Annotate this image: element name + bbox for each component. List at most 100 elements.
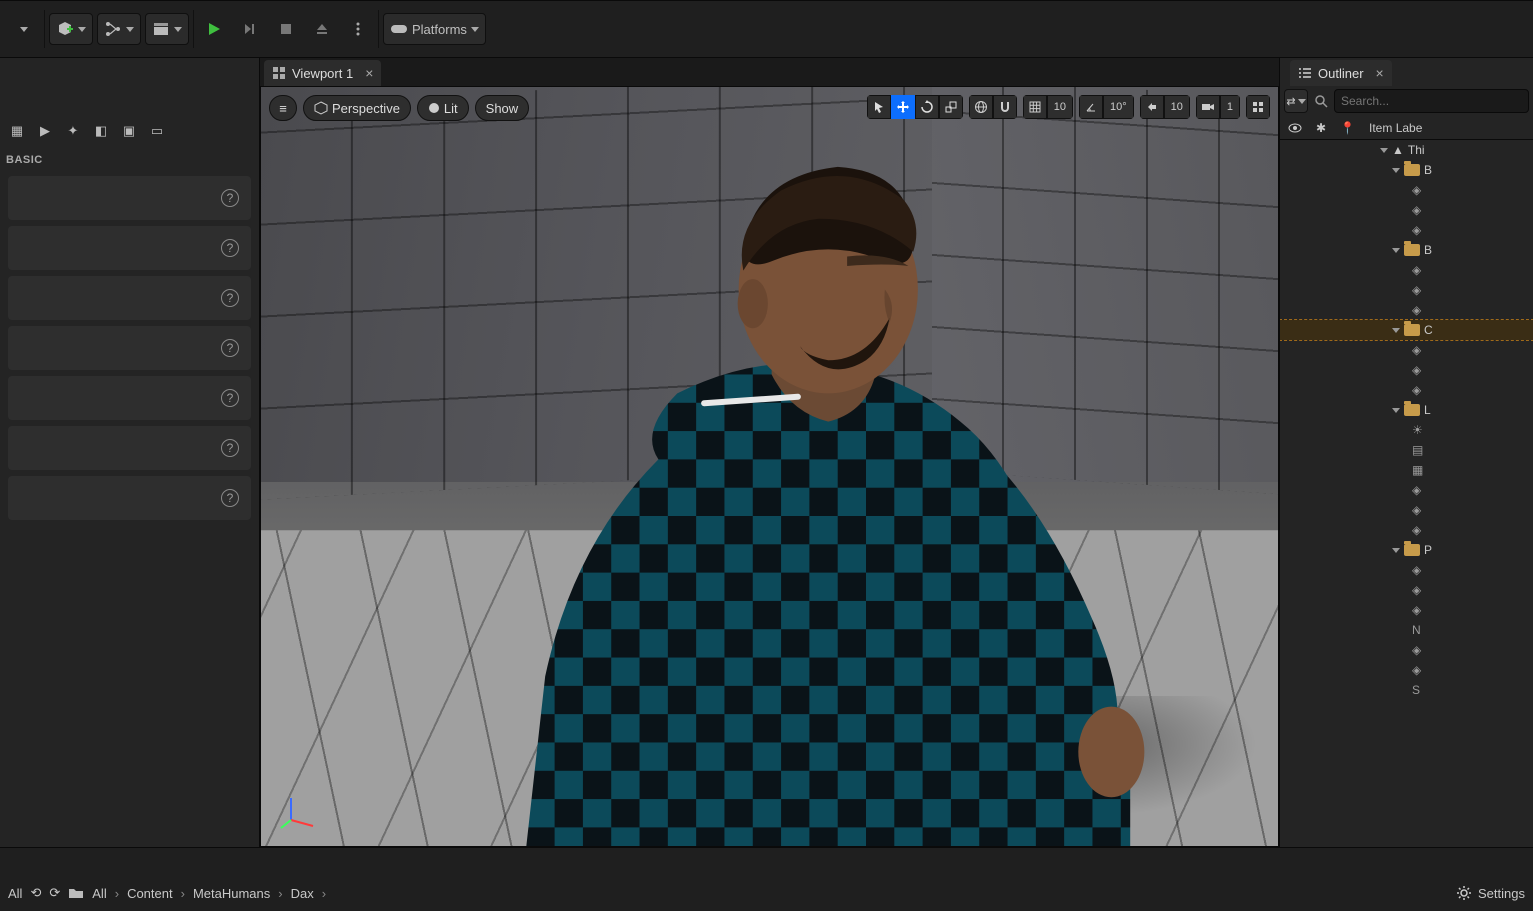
angle-snap-toggle[interactable] [1079, 95, 1103, 119]
nav-icon: N [1412, 623, 1426, 637]
cube-icon: ◈ [1412, 563, 1426, 577]
viewport-3d[interactable]: ≡ Perspective Lit Show [260, 86, 1279, 847]
help-icon[interactable]: ? [221, 239, 239, 257]
panel-icon-1[interactable]: ▦ [6, 120, 28, 142]
play-options-button[interactable] [342, 13, 374, 45]
tree-actor[interactable]: ◈ [1280, 380, 1533, 400]
viewport-tab[interactable]: Viewport 1 × [264, 60, 381, 86]
tree-actor[interactable]: ◈ [1280, 580, 1533, 600]
cinematics-dropdown[interactable] [145, 13, 189, 45]
outliner-search-input[interactable] [1334, 89, 1529, 113]
outliner-tab[interactable]: Outliner × [1290, 60, 1392, 86]
crumb[interactable]: Content [127, 886, 173, 901]
tree-actor[interactable]: ☀ [1280, 420, 1533, 440]
tree-actor[interactable]: ◈ [1280, 360, 1533, 380]
stop-button[interactable] [270, 13, 302, 45]
add-content-button[interactable] [49, 13, 93, 45]
folder-icon[interactable] [68, 887, 84, 899]
platforms-dropdown[interactable]: Platforms [383, 13, 486, 45]
crumb[interactable]: All [92, 886, 106, 901]
help-icon[interactable]: ? [221, 489, 239, 507]
panel-icon-6[interactable]: ▭ [146, 120, 168, 142]
filter-all-label[interactable]: All [8, 886, 22, 901]
panel-icon-3[interactable]: ✦ [62, 120, 84, 142]
close-icon[interactable]: × [1376, 65, 1384, 81]
tree-root[interactable]: ▲ Thi [1280, 140, 1533, 160]
surface-snap-toggle[interactable] [993, 95, 1017, 119]
lit-dropdown[interactable]: Lit [417, 95, 469, 121]
outliner-column-header[interactable]: ✱ 📍 Item Labe [1280, 116, 1533, 140]
world-icon: ▲ [1392, 143, 1404, 157]
help-icon[interactable]: ? [221, 389, 239, 407]
tree-actor[interactable]: ◈ [1280, 520, 1533, 540]
play-button[interactable] [198, 13, 230, 45]
tree-actor[interactable]: ◈ [1280, 280, 1533, 300]
tree-actor[interactable]: ◈ [1280, 220, 1533, 240]
outliner-filter-button[interactable]: ⇄ [1284, 89, 1308, 113]
tree-actor[interactable]: S [1280, 680, 1533, 700]
nav-forward-button[interactable]: ⟳ [49, 885, 60, 901]
tree-actor[interactable]: ◈ [1280, 200, 1533, 220]
panel-icon-4[interactable]: ◧ [90, 120, 112, 142]
tree-actor[interactable]: ◈ [1280, 300, 1533, 320]
tree-actor[interactable]: ◈ [1280, 480, 1533, 500]
tree-folder[interactable]: B [1280, 160, 1533, 180]
placeable-item[interactable]: ? [8, 176, 251, 220]
close-icon[interactable]: × [365, 65, 373, 81]
tree-actor[interactable]: ◈ [1280, 560, 1533, 580]
placeable-item[interactable]: ? [8, 226, 251, 270]
skip-button[interactable] [234, 13, 266, 45]
placeable-item[interactable]: ? [8, 476, 251, 520]
help-icon[interactable]: ? [221, 289, 239, 307]
tree-actor[interactable]: ◈ [1280, 260, 1533, 280]
mode-dropdown[interactable] [8, 13, 40, 45]
help-icon[interactable]: ? [221, 439, 239, 457]
tree-folder[interactable]: C [1280, 320, 1533, 340]
placeable-item[interactable]: ? [8, 426, 251, 470]
tree-actor[interactable]: ◈ [1280, 640, 1533, 660]
rotate-tool[interactable] [915, 95, 939, 119]
blueprint-dropdown[interactable] [97, 13, 141, 45]
tree-folder[interactable]: B [1280, 240, 1533, 260]
crumb[interactable]: Dax [291, 886, 314, 901]
tree-actor[interactable]: ◈ [1280, 340, 1533, 360]
placeable-item[interactable]: ? [8, 326, 251, 370]
expand-icon [1146, 101, 1158, 113]
help-icon[interactable]: ? [221, 339, 239, 357]
viewport-options-button[interactable]: ≡ [269, 95, 297, 121]
tree-folder[interactable]: L [1280, 400, 1533, 420]
crumb[interactable]: MetaHumans [193, 886, 270, 901]
scale-tool[interactable] [939, 95, 963, 119]
cube-icon [314, 101, 328, 115]
select-tool[interactable] [867, 95, 891, 119]
viewport-layout-button[interactable] [1246, 95, 1270, 119]
tree-actor[interactable]: ◈ [1280, 600, 1533, 620]
tree-actor[interactable]: ▦ [1280, 460, 1533, 480]
outliner-tree[interactable]: ▲ Thi B ◈ ◈ ◈ B ◈ ◈ ◈ C ◈ ◈ ◈ L ☀ ▤ ▦ ◈ … [1280, 140, 1533, 847]
show-dropdown[interactable]: Show [475, 95, 530, 121]
help-icon[interactable]: ? [221, 189, 239, 207]
placeable-item[interactable]: ? [8, 376, 251, 420]
scale-snap-value[interactable]: 10 [1164, 95, 1190, 119]
placeable-item[interactable]: ? [8, 276, 251, 320]
tree-actor[interactable]: ◈ [1280, 180, 1533, 200]
perspective-dropdown[interactable]: Perspective [303, 95, 411, 121]
tree-actor[interactable]: ◈ [1280, 660, 1533, 680]
nav-back-button[interactable]: ⟲ [30, 885, 41, 901]
translate-tool[interactable] [891, 95, 915, 119]
scale-snap-toggle[interactable] [1140, 95, 1164, 119]
tree-actor[interactable]: ▤ [1280, 440, 1533, 460]
tree-actor[interactable]: N [1280, 620, 1533, 640]
camera-speed-button[interactable] [1196, 95, 1220, 119]
tree-actor[interactable]: ◈ [1280, 500, 1533, 520]
panel-icon-5[interactable]: ▣ [118, 120, 140, 142]
eject-button[interactable] [306, 13, 338, 45]
angle-snap-value[interactable]: 10° [1103, 95, 1134, 119]
settings-button[interactable]: Settings [1456, 885, 1525, 901]
camera-speed-value[interactable]: 1 [1220, 95, 1240, 119]
grid-snap-toggle[interactable] [1023, 95, 1047, 119]
tree-folder[interactable]: P [1280, 540, 1533, 560]
grid-snap-value[interactable]: 10 [1047, 95, 1073, 119]
panel-icon-2[interactable]: ▶ [34, 120, 56, 142]
coord-space-toggle[interactable] [969, 95, 993, 119]
